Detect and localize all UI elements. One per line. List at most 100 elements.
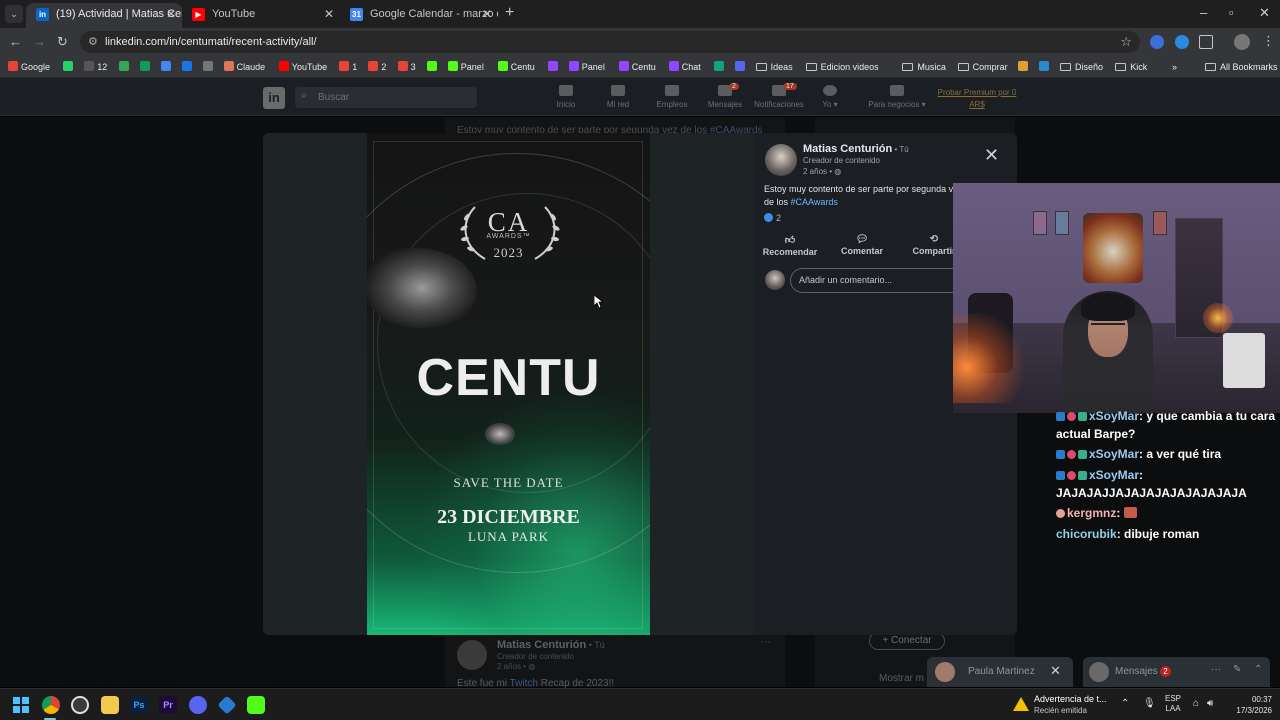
menu-kebab-icon[interactable]: ⋮ <box>1262 33 1275 49</box>
new-tab-button[interactable]: + <box>505 4 514 22</box>
volume-icon[interactable]: 🔊︎ <box>1207 698 1213 709</box>
bookmark-item[interactable] <box>1039 60 1052 74</box>
bookmark-label: Comprar <box>972 62 1008 72</box>
bookmark-item[interactable]: Panel <box>568 60 605 74</box>
extension-icon[interactable] <box>1150 35 1164 49</box>
bookmark-item[interactable] <box>202 60 216 74</box>
linkedin-search-input[interactable]: ⌕ Buscar <box>295 87 477 108</box>
all-bookmarks-button[interactable]: All Bookmarks <box>1205 60 1278 74</box>
bookmark-item[interactable] <box>1018 60 1031 74</box>
more-options-icon[interactable]: ··· <box>1211 664 1221 675</box>
bookmark-item[interactable]: Comprar <box>957 60 1008 74</box>
bookmark-item[interactable] <box>713 60 727 74</box>
obs-icon[interactable] <box>71 696 89 714</box>
bookmark-item[interactable]: Kick <box>1115 60 1147 74</box>
nav-messages[interactable]: 2 Mensajes <box>695 83 755 109</box>
tab-linkedin[interactable]: in (19) Actividad | Matias Centurió ✕ <box>26 3 182 28</box>
tab-search-icon[interactable]: ⌄ <box>5 5 23 23</box>
like-button[interactable]: 👍︎ Recomendar <box>755 234 825 257</box>
nav-business[interactable]: Para negocios ▾ <box>862 85 932 109</box>
reactions-count[interactable]: 2 <box>764 213 781 223</box>
language-indicator[interactable]: ESP LAA <box>1165 694 1181 714</box>
author-avatar[interactable] <box>765 144 797 176</box>
bookmark-item[interactable]: Edicion videos <box>805 60 879 74</box>
tab-close-icon[interactable]: ✕ <box>482 3 492 25</box>
comment-button[interactable]: 💬︎ Comentar <box>827 234 897 256</box>
bookmark-item[interactable] <box>139 60 153 74</box>
bookmark-item[interactable]: 12 <box>84 60 107 74</box>
microphone-icon[interactable]: 🎙︎ <box>1143 698 1156 709</box>
notice-title[interactable]: Advertencia de t... <box>1034 694 1107 704</box>
chevron-up-icon[interactable]: ⌃ <box>1121 698 1129 709</box>
bookmark-item[interactable]: Chat <box>668 60 701 74</box>
bookmark-star-icon[interactable]: ☆ <box>1120 34 1132 50</box>
bookmark-label: Panel <box>460 62 484 72</box>
compose-icon[interactable]: ✎ <box>1233 664 1241 675</box>
bookmark-item[interactable]: Ideas <box>755 60 793 74</box>
reload-icon[interactable]: ↻ <box>57 34 68 50</box>
tab-google-calendar[interactable]: 31 Google Calendar - marzo de 20 ✕ <box>340 3 498 28</box>
nav-me[interactable]: Yo ▾ <box>800 85 860 109</box>
close-icon[interactable]: ✕ <box>1050 663 1061 679</box>
bookmark-item[interactable]: Google <box>8 60 50 74</box>
bookmark-item[interactable]: Centu <box>497 60 535 74</box>
hashtag-link[interactable]: #CAAwards <box>791 197 838 207</box>
bookmark-item[interactable] <box>63 60 76 74</box>
bookmark-item[interactable] <box>160 60 174 74</box>
clock[interactable]: 00:37 17/3/2026 <box>1224 694 1272 716</box>
file-explorer-icon[interactable] <box>101 696 119 714</box>
nav-network[interactable]: Mi red <box>588 85 648 109</box>
bookmark-item[interactable]: Diseño <box>1060 60 1103 74</box>
address-bar[interactable]: ⚙ linkedin.com/in/centumati/recent-activ… <box>80 31 1140 53</box>
bookmark-item[interactable]: YouTube <box>278 60 327 74</box>
comment-input[interactable]: Añadir un comentario... <box>790 268 970 293</box>
bookmark-item[interactable]: Centu <box>618 60 656 74</box>
back-icon[interactable]: ← <box>9 34 22 49</box>
maximize-icon[interactable]: ▫ <box>1229 5 1234 20</box>
bookmark-item[interactable]: Panel <box>447 60 484 74</box>
close-icon[interactable]: ✕ <box>984 145 999 166</box>
windows-start-icon[interactable] <box>13 697 29 713</box>
vscode-icon[interactable] <box>217 695 237 715</box>
tab-close-icon[interactable]: ✕ <box>324 3 334 25</box>
bookmark-item[interactable]: Claude <box>223 60 265 74</box>
window-close-icon[interactable]: ✕ <box>1259 5 1270 21</box>
chevron-up-icon[interactable]: ⌃ <box>1254 664 1262 675</box>
bookmark-item[interactable] <box>734 60 748 74</box>
linkedin-logo[interactable]: in <box>263 87 285 109</box>
extension-icon[interactable] <box>1175 35 1189 49</box>
bookmark-favicon-icon <box>713 61 724 71</box>
post-author[interactable]: Matias Centurión • Tú <box>803 143 909 155</box>
profile-avatar[interactable] <box>1234 34 1250 50</box>
bookmark-item[interactable] <box>181 60 195 74</box>
warning-icon[interactable] <box>1013 697 1029 711</box>
bookmark-item[interactable] <box>118 60 132 74</box>
bookmark-item[interactable]: 3 <box>397 60 416 74</box>
nav-jobs[interactable]: Empleos <box>642 85 702 109</box>
forward-icon[interactable]: → <box>33 34 46 49</box>
youtube-icon: ▶ <box>192 8 205 21</box>
bookmark-item[interactable]: 1 <box>339 60 357 74</box>
event-poster-image[interactable]: CA AWARDS™ 2023 CENTU SAVE THE DATE 23 D… <box>367 133 650 635</box>
kick-icon[interactable] <box>247 696 265 714</box>
messaging-panel[interactable]: Mensajes 2 ··· ✎ ⌃ <box>1083 657 1270 687</box>
minimize-icon[interactable]: – <box>1200 5 1207 20</box>
site-info-icon[interactable]: ⚙ <box>88 35 98 48</box>
network-icon[interactable]: ⌂ <box>1193 698 1199 709</box>
photoshop-icon[interactable]: Ps <box>130 696 148 714</box>
extensions-puzzle-icon[interactable] <box>1199 35 1213 49</box>
premiere-icon[interactable]: Pr <box>159 696 177 714</box>
bookmark-item[interactable] <box>547 60 561 74</box>
bookmark-item[interactable]: Musica <box>902 60 946 74</box>
bookmark-item[interactable]: 2 <box>368 60 386 74</box>
tab-close-icon[interactable]: ✕ <box>166 3 176 25</box>
discord-icon[interactable] <box>189 696 207 714</box>
bookmark-item[interactable] <box>426 60 440 74</box>
tab-youtube[interactable]: ▶ YouTube ✕ <box>182 3 340 28</box>
chrome-icon[interactable] <box>42 696 60 714</box>
clock-time: 00:37 <box>1251 695 1272 704</box>
premium-link[interactable]: Probar Premium por 0 AR$ <box>930 87 1024 111</box>
chat-bubble-contact[interactable]: Paula Martinez ✕ <box>927 657 1073 687</box>
nav-home[interactable]: Inicio <box>536 85 596 109</box>
bookmarks-overflow-icon[interactable]: » <box>1172 60 1177 74</box>
